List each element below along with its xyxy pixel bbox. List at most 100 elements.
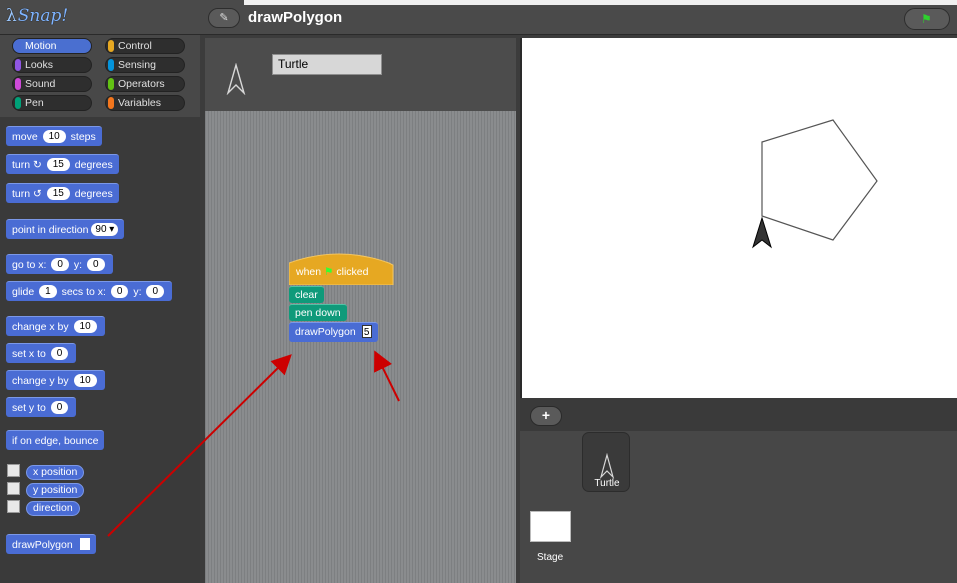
stage[interactable] (520, 38, 957, 398)
number-slot[interactable]: 0 (50, 347, 69, 360)
block-text: drawPolygon (295, 326, 356, 338)
draw-polygon-custom-block[interactable]: drawPolygon (6, 534, 96, 554)
point-in-direction-block[interactable]: point in direction 90 ▾ (6, 219, 125, 239)
when-flag-clicked-hat-block[interactable]: when ⚑ clicked (289, 251, 394, 285)
block-text: turn (12, 188, 31, 200)
x-position-reporter[interactable]: x position (26, 462, 85, 480)
reporter-label: x position (26, 465, 85, 480)
category-sound[interactable]: Sound (12, 76, 92, 92)
category-color-dot (15, 40, 21, 52)
category-looks[interactable]: Looks (12, 57, 92, 73)
block-text: pen down (295, 307, 341, 319)
block-text: glide (12, 286, 35, 298)
x-position-checkbox[interactable] (7, 464, 20, 477)
move-steps-block[interactable]: move 10 steps (6, 126, 102, 146)
sprite-name-input[interactable]: Turtle (272, 54, 382, 75)
sprite-thumbnail-label: Turtle (594, 478, 620, 489)
input-slot[interactable] (79, 538, 90, 550)
turtle-sprite[interactable] (752, 216, 772, 249)
reporter-label: y position (26, 483, 85, 498)
turtle-costume-icon (599, 453, 615, 479)
y-slot[interactable]: 0 (86, 258, 105, 271)
turn-clockwise-block[interactable]: turn ↻ 15 degrees (6, 154, 119, 174)
logo-text: Snap! (17, 6, 69, 26)
category-label: Control (118, 40, 152, 52)
draw-polygon-block[interactable]: drawPolygon 5 (289, 322, 378, 342)
category-color-dot (15, 59, 21, 71)
number-slot[interactable]: 0 (50, 401, 69, 414)
hat-label: when ⚑ clicked (296, 266, 368, 278)
y-slot[interactable]: 0 (146, 285, 165, 298)
y-position-reporter[interactable]: y position (26, 480, 85, 498)
block-text: steps (70, 131, 96, 143)
block-text: move (12, 131, 38, 143)
block-text: set x to (12, 348, 46, 360)
project-menu-button[interactable]: ✎ (208, 8, 240, 28)
block-text: change x by (12, 321, 69, 333)
title-stripe (244, 0, 957, 5)
category-label: Motion (25, 40, 57, 52)
add-sprite-button[interactable]: + (530, 406, 562, 426)
snap-logo[interactable]: λSnap! (6, 6, 68, 26)
block-text: set y to (12, 402, 46, 414)
go-to-xy-block[interactable]: go to x: 0 y: 0 (6, 254, 113, 274)
category-motion[interactable]: Motion (12, 38, 92, 54)
sprite-thumbnail-turtle[interactable]: Turtle (582, 432, 630, 492)
glide-block[interactable]: glide 1 secs to x: 0 y: 0 (6, 281, 173, 301)
bounce-block[interactable]: if on edge, bounce (6, 430, 105, 450)
direction-dropdown[interactable]: 90 ▾ (91, 223, 119, 236)
number-slot[interactable]: 15 (46, 187, 70, 200)
category-selector: Motion Control Looks Sensing Sound Opera… (0, 35, 200, 117)
stage-drawing (752, 119, 878, 249)
category-label: Variables (118, 97, 161, 109)
green-flag-button[interactable]: ⚑ (904, 8, 950, 30)
number-slot[interactable]: 10 (73, 320, 97, 333)
category-label: Sensing (118, 59, 156, 71)
number-slot[interactable]: 15 (46, 158, 70, 171)
block-text: degrees (74, 188, 113, 200)
change-y-block[interactable]: change y by 10 (6, 370, 105, 390)
pen-down-block[interactable]: pen down (289, 304, 347, 321)
stage-thumbnail[interactable] (530, 511, 571, 542)
project-title: drawPolygon (248, 9, 343, 26)
sprite-header: Turtle (205, 38, 516, 111)
category-variables[interactable]: Variables (105, 95, 185, 111)
stage-thumbnail-label: Stage (537, 552, 564, 563)
category-operators[interactable]: Operators (105, 76, 185, 92)
counterclockwise-icon: ↺ (33, 188, 42, 200)
category-color-dot (15, 78, 21, 90)
block-text: if on edge, bounce (12, 435, 99, 447)
category-control[interactable]: Control (105, 38, 185, 54)
category-sensing[interactable]: Sensing (105, 57, 185, 73)
category-label: Pen (25, 97, 44, 109)
category-label: Looks (25, 59, 54, 71)
secs-slot[interactable]: 1 (39, 285, 57, 298)
block-text: y: (73, 259, 83, 271)
clear-block[interactable]: clear (289, 286, 324, 303)
set-x-block[interactable]: set x to 0 (6, 343, 77, 363)
direction-checkbox[interactable] (7, 500, 20, 513)
scripting-area[interactable]: when ⚑ clicked clear pen down drawPolygo… (205, 111, 516, 583)
sprite-corral: Turtle Stage (520, 431, 957, 583)
stage-toolbar: + (520, 398, 957, 431)
x-slot[interactable]: 0 (51, 258, 69, 271)
number-slot[interactable]: 10 (42, 130, 66, 143)
number-slot[interactable]: 10 (73, 374, 97, 387)
turn-counterclockwise-block[interactable]: turn ↺ 15 degrees (6, 183, 119, 203)
direction-reporter[interactable]: direction (26, 498, 80, 516)
category-label: Operators (118, 78, 165, 90)
x-slot[interactable]: 0 (110, 285, 129, 298)
snap-window: λSnap! ✎ drawPolygon ⚑ Motion Control Lo… (0, 0, 957, 583)
change-x-block[interactable]: change x by 10 (6, 316, 105, 336)
category-color-dot (108, 97, 114, 109)
category-label: Sound (25, 78, 56, 90)
category-pen[interactable]: Pen (12, 95, 92, 111)
reporter-label: direction (26, 501, 80, 516)
pentagon-drawing (761, 119, 878, 241)
block-palette: Motion Control Looks Sensing Sound Opera… (0, 35, 200, 583)
y-position-checkbox[interactable] (7, 482, 20, 495)
sides-input[interactable]: 5 (361, 325, 372, 338)
block-text: clicked (336, 266, 369, 278)
set-y-block[interactable]: set y to 0 (6, 397, 77, 417)
block-text: secs to x: (61, 286, 106, 298)
